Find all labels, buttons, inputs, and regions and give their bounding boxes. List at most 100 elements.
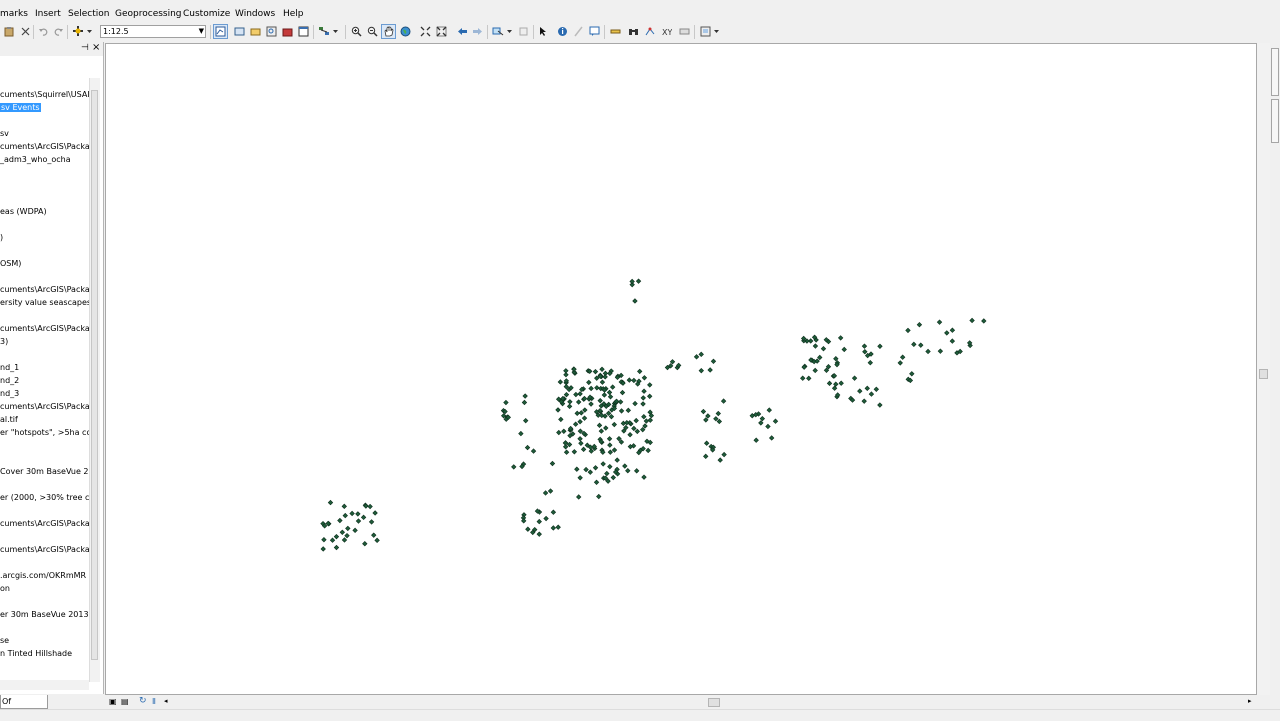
chevron-down-icon[interactable] bbox=[712, 24, 721, 39]
pin-icon[interactable]: ⊣ bbox=[81, 43, 89, 53]
event-point bbox=[642, 423, 648, 429]
toc-layer-item[interactable]: er "hotspots", >5ha co bbox=[0, 428, 91, 437]
toc-layer-item[interactable]: cuments\ArcGIS\Packa bbox=[0, 285, 90, 294]
viewer-window-icon[interactable] bbox=[698, 24, 713, 39]
toc-layer-item[interactable]: cuments\ArcGIS\Packa bbox=[0, 519, 90, 528]
pause-drawing-icon[interactable]: Ⅱ bbox=[152, 697, 156, 706]
zoom-in-icon[interactable] bbox=[349, 24, 364, 39]
html-popup-icon[interactable] bbox=[587, 24, 602, 39]
menu-customize[interactable]: Customize bbox=[183, 9, 230, 19]
map-canvas[interactable] bbox=[105, 43, 1257, 695]
hyperlink-icon[interactable] bbox=[571, 24, 586, 39]
chevron-down-icon[interactable] bbox=[331, 24, 340, 39]
chevron-down-icon[interactable]: ▼ bbox=[199, 26, 204, 37]
menu-geoprocessing[interactable]: Geoprocessing bbox=[115, 9, 182, 19]
search-side-tab[interactable] bbox=[1271, 99, 1279, 143]
toc-layer-item[interactable]: nd_2 bbox=[0, 376, 19, 385]
menu-help[interactable]: Help bbox=[283, 9, 304, 19]
toc-layer-item[interactable]: .arcgis.com/OKRmMR bbox=[0, 571, 86, 580]
scroll-left-icon[interactable]: ◂ bbox=[164, 697, 168, 705]
toc-layer-item[interactable]: ) bbox=[0, 233, 3, 242]
undo-icon[interactable] bbox=[36, 24, 51, 39]
toc-layer-item[interactable]: cuments\ArcGIS\Packa bbox=[0, 545, 90, 554]
toc-layer-item[interactable]: n Tinted Hillshade bbox=[0, 649, 72, 658]
search-window-icon[interactable] bbox=[264, 24, 279, 39]
event-point bbox=[867, 360, 873, 366]
toc-vertical-scrollbar[interactable] bbox=[89, 78, 100, 682]
chevron-down-icon[interactable] bbox=[505, 24, 514, 39]
scroll-right-icon[interactable]: ▸ bbox=[1248, 697, 1252, 705]
toc-layer-item[interactable]: 3) bbox=[0, 337, 8, 346]
toc-layer-item[interactable]: _adm3_who_ocha bbox=[0, 155, 71, 164]
toc-layer-item[interactable]: nd_1 bbox=[0, 363, 19, 372]
toc-layer-item[interactable]: sv Events bbox=[0, 103, 41, 112]
find-route-icon[interactable] bbox=[643, 24, 658, 39]
event-point bbox=[597, 397, 603, 404]
close-icon[interactable]: × bbox=[92, 42, 100, 53]
data-view-icon[interactable]: ▣ bbox=[109, 697, 117, 706]
go-to-xy-icon[interactable]: XY bbox=[659, 24, 674, 39]
menu-selection[interactable]: Selection bbox=[68, 9, 109, 19]
model-builder-icon[interactable] bbox=[317, 24, 332, 39]
fixed-zoom-in-icon[interactable] bbox=[418, 24, 433, 39]
redo-icon[interactable] bbox=[51, 24, 66, 39]
menu-insert[interactable]: Insert bbox=[35, 9, 61, 19]
measure-icon[interactable] bbox=[608, 24, 623, 39]
fixed-zoom-out-icon[interactable] bbox=[434, 24, 449, 39]
event-point bbox=[580, 446, 587, 453]
toc-layer-item[interactable]: cuments\ArcGIS\Packa bbox=[0, 324, 90, 333]
select-elements-arrow-icon[interactable] bbox=[536, 24, 551, 39]
pan-hand-icon[interactable] bbox=[381, 24, 396, 39]
map-horizontal-scroll-thumb[interactable] bbox=[708, 698, 720, 707]
forward-arrow-icon[interactable] bbox=[470, 24, 485, 39]
identify-icon[interactable] bbox=[555, 24, 570, 39]
add-data-dropdown-icon[interactable] bbox=[85, 24, 94, 39]
tab-table-of-contents[interactable]: Of Contents bbox=[0, 695, 48, 719]
toc-layer-item[interactable]: cuments\ArcGIS\Packa bbox=[0, 402, 90, 411]
map-scale-box[interactable]: 1:12.5 ▼ bbox=[100, 25, 206, 38]
layout-view-icon[interactable]: ▤ bbox=[121, 697, 129, 706]
layout-view-icon[interactable] bbox=[232, 24, 247, 39]
toc-layer-item[interactable]: cuments\Squirrel\USAII bbox=[0, 90, 92, 99]
toc-layer-item[interactable]: er 30m BaseVue 2013 bbox=[0, 610, 89, 619]
menu-bookmarks[interactable]: marks bbox=[0, 9, 28, 19]
refresh-icon[interactable]: ↻ bbox=[139, 696, 147, 706]
toc-layer-item[interactable]: eas (WDPA) bbox=[0, 207, 47, 216]
delete-icon[interactable] bbox=[18, 24, 33, 39]
map-vertical-scrollbar[interactable] bbox=[1257, 43, 1270, 695]
toc-horizontal-scrollbar[interactable] bbox=[0, 680, 89, 690]
toc-layer-item[interactable]: sv bbox=[0, 129, 9, 138]
menu-windows[interactable]: Windows bbox=[235, 9, 275, 19]
toc-layer-item[interactable]: Cover 30m BaseVue 201 bbox=[0, 467, 99, 476]
toc-layer-item[interactable]: se bbox=[0, 636, 9, 645]
editor-toolbar-icon[interactable] bbox=[213, 24, 228, 39]
arctoolbox-icon[interactable] bbox=[280, 24, 295, 39]
back-arrow-icon[interactable] bbox=[455, 24, 470, 39]
time-slider-icon[interactable] bbox=[677, 24, 692, 39]
full-extent-globe-icon[interactable] bbox=[398, 24, 413, 39]
find-binoculars-icon[interactable] bbox=[626, 24, 641, 39]
toc-layer-item[interactable]: nd_3 bbox=[0, 389, 19, 398]
clear-selection-icon[interactable] bbox=[516, 24, 531, 39]
select-features-icon[interactable] bbox=[491, 24, 506, 39]
catalog-side-tab[interactable] bbox=[1271, 48, 1279, 96]
toc-layer-item[interactable]: cuments\ArcGIS\Packa bbox=[0, 142, 90, 151]
event-point bbox=[524, 444, 531, 451]
toc-layer-item[interactable]: ersity value seascapes bbox=[0, 298, 91, 307]
event-point bbox=[360, 514, 367, 521]
toc-layer-item[interactable]: al.tif bbox=[0, 415, 18, 424]
python-window-icon[interactable] bbox=[296, 24, 311, 39]
map-vertical-scroll-thumb[interactable] bbox=[1259, 369, 1268, 379]
event-point bbox=[944, 330, 950, 336]
toc-layer-item[interactable]: on bbox=[0, 584, 10, 593]
add-data-icon[interactable] bbox=[71, 24, 86, 39]
event-point bbox=[831, 385, 838, 391]
toc-scroll-thumb[interactable] bbox=[91, 90, 98, 660]
paste-icon[interactable] bbox=[2, 24, 17, 39]
event-point bbox=[626, 377, 633, 383]
toc-layer-item[interactable]: OSM) bbox=[0, 259, 21, 268]
zoom-out-icon[interactable] bbox=[365, 24, 380, 39]
toc-layer-item[interactable]: er (2000, >30% tree cov bbox=[0, 493, 99, 502]
event-point bbox=[841, 346, 847, 353]
catalog-icon[interactable] bbox=[248, 24, 263, 39]
